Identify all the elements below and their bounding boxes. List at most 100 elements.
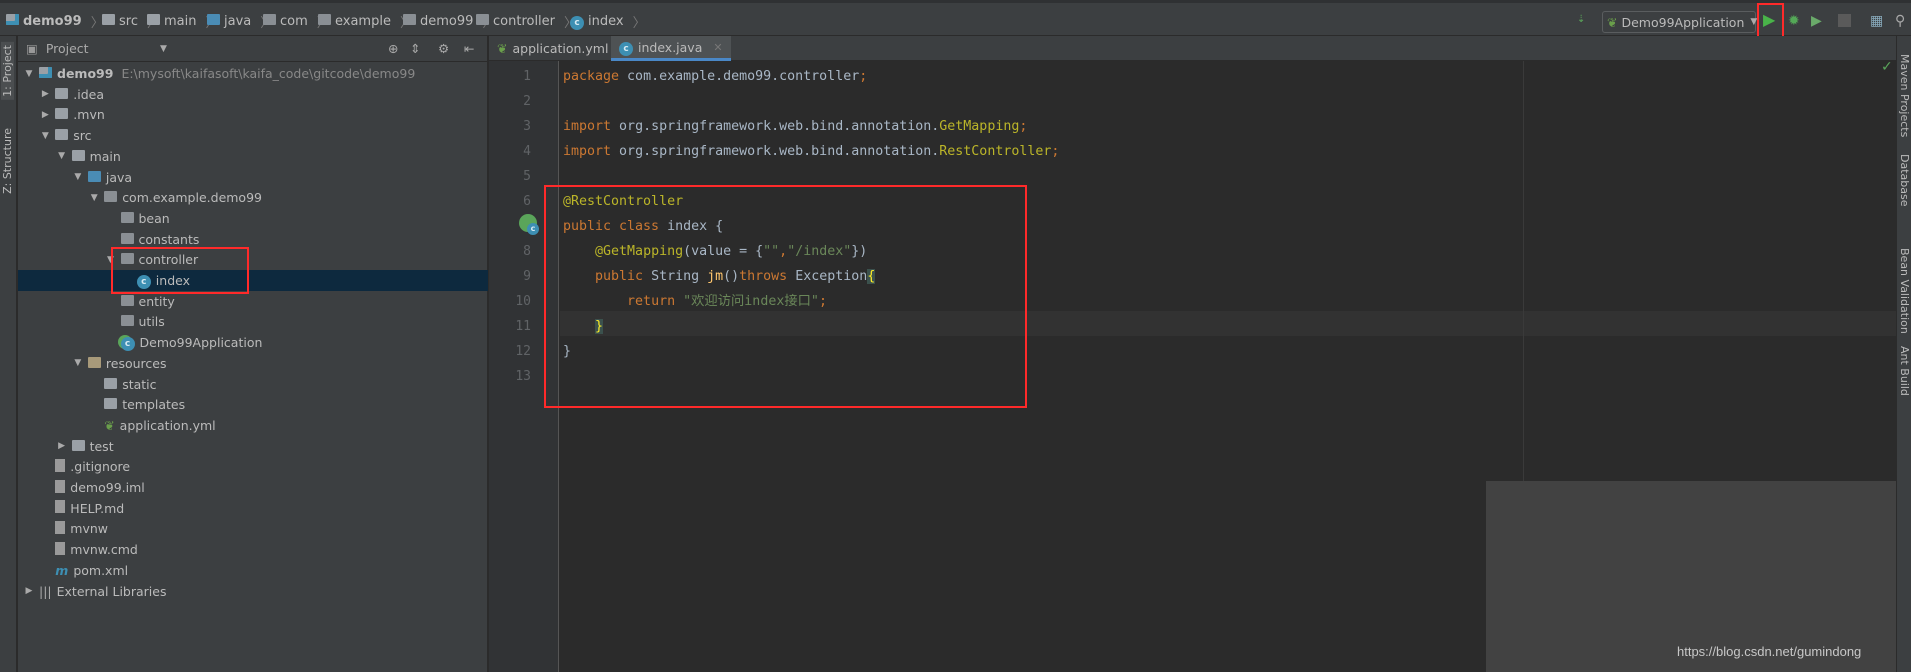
expand-arrow-icon[interactable]: ▶ <box>22 586 36 596</box>
tab-index-java[interactable]: c index.java ✕ <box>611 36 731 61</box>
code-token: ; <box>1019 119 1028 134</box>
tree-item-label: constants <box>138 231 200 247</box>
tree-item[interactable]: ▼ controller <box>18 249 488 270</box>
tree-item[interactable]: static <box>18 374 488 395</box>
tree-item[interactable]: mvnw.cmd <box>18 539 488 560</box>
tree-item[interactable]: ▼ com.example.demo99 <box>18 187 488 208</box>
tree-item[interactable]: ❦ application.yml <box>18 415 488 436</box>
file-icon <box>55 500 66 516</box>
tree-item-label: .gitignore <box>70 459 131 475</box>
breadcrumb-label: com <box>280 14 308 29</box>
tree-item-label: mvnw <box>70 521 109 537</box>
tree-item[interactable]: ▼ main <box>18 146 488 167</box>
expand-arrow-icon[interactable]: ▼ <box>87 193 101 203</box>
project-tool-tab[interactable]: 1: Project <box>1 42 14 100</box>
tree-item[interactable]: utils <box>18 311 488 332</box>
breadcrumb-item[interactable]: c index 〉 <box>570 12 646 31</box>
breadcrumb-label: demo99 <box>420 14 474 29</box>
tool-tab-database[interactable]: Database <box>1898 154 1911 207</box>
breadcrumb-item[interactable]: example〉 <box>318 12 413 31</box>
line-number: 3 <box>523 119 531 134</box>
folder-icon <box>55 87 69 102</box>
spring-boot-icon: ❦ <box>1607 14 1618 30</box>
project-structure-icon[interactable]: ▦ <box>1870 13 1883 29</box>
tree-item-label: utils <box>138 314 165 330</box>
coverage-button[interactable]: ▶ <box>1811 13 1822 29</box>
code-line: import org.springframework.web.bind.anno… <box>563 114 1027 139</box>
tree-item[interactable]: .gitignore <box>18 456 488 477</box>
controller-highlight <box>111 247 249 294</box>
code-highlight <box>544 185 1027 408</box>
tree-item[interactable]: ▼ java <box>18 167 488 188</box>
structure-tool-tab[interactable]: Z: Structure <box>1 128 14 194</box>
tree-item[interactable]: c index <box>18 270 488 291</box>
package-icon <box>263 14 276 29</box>
tree-item[interactable]: mvnw <box>18 518 488 539</box>
tree-item[interactable]: ▶ ||| External Libraries <box>18 581 488 602</box>
tree-item-label: static <box>122 376 157 392</box>
tree-item[interactable]: bean <box>18 208 488 229</box>
chevron-right-icon: 〉 <box>632 16 646 31</box>
search-icon[interactable]: ⚲ <box>1895 13 1905 29</box>
expand-arrow-icon[interactable]: ▶ <box>55 441 69 451</box>
expand-arrow-icon[interactable]: ▼ <box>55 151 69 161</box>
collapse-all-icon[interactable]: ⇕ <box>410 41 420 56</box>
tree-item-label: src <box>73 128 92 144</box>
close-icon[interactable]: ✕ <box>713 41 722 54</box>
tree-item[interactable]: ▶ test <box>18 436 488 457</box>
folder-icon <box>71 439 85 454</box>
run-configuration-select[interactable]: ❦ Demo99Application ▼ <box>1602 11 1757 33</box>
left-tool-strip: 1: Project Z: Structure <box>0 36 17 672</box>
tool-tab-maven-projects[interactable]: Maven Projects <box>1898 54 1911 137</box>
watermark: https://blog.csdn.net/gumindong <box>1677 644 1862 659</box>
breadcrumb-label: src <box>119 14 138 29</box>
tree-item-label: HELP.md <box>70 500 125 516</box>
expand-arrow-icon[interactable]: ▶ <box>38 110 52 120</box>
tree-item[interactable]: ▼ src <box>18 125 488 146</box>
tree-item-label: bean <box>138 210 170 226</box>
tree-item[interactable]: m pom.xml <box>18 560 488 581</box>
expand-arrow-icon[interactable]: ▼ <box>71 358 85 368</box>
tree-item[interactable]: ▼ resources <box>18 353 488 374</box>
tool-tab-bean-validation[interactable]: Bean Validation <box>1898 248 1911 334</box>
right-tool-strip: Maven Projects Database Bean Validation Ant… <box>1896 36 1911 672</box>
debug-button[interactable]: ✹ <box>1788 13 1800 29</box>
source-folder-icon <box>87 170 101 185</box>
tree-item-label: External Libraries <box>56 583 167 599</box>
line-number: 10 <box>515 294 531 309</box>
tree-item[interactable]: entity <box>18 291 488 312</box>
hide-panel-icon[interactable]: ⇤ <box>464 41 474 56</box>
stop-button[interactable] <box>1838 14 1851 27</box>
gear-icon[interactable]: ⚙ <box>438 41 449 56</box>
tree-item[interactable]: constants <box>18 229 488 250</box>
tree-item[interactable]: demo99.iml <box>18 477 488 498</box>
code-token: GetMapping <box>939 119 1020 134</box>
expand-arrow-icon[interactable]: ▼ <box>71 172 85 182</box>
vcs-update-icon[interactable]: ⇣ <box>1577 14 1585 25</box>
line-number: 2 <box>523 94 531 109</box>
expand-arrow-icon[interactable]: ▼ <box>22 69 36 79</box>
source-folder-icon <box>207 14 220 29</box>
code-token: org.springframework.web.bind.annotation. <box>611 144 940 159</box>
tool-tab-ant-build[interactable]: Ant Build <box>1898 346 1911 396</box>
expand-arrow-icon[interactable]: ▶ <box>38 89 52 99</box>
tree-item[interactable]: c Demo99Application <box>18 332 488 353</box>
chevron-down-icon[interactable]: ▼ <box>160 44 167 54</box>
project-panel: ▣ Project ▼ ⊕ ⇕ ⚙ ⇤ ▼ demo99 E:\mysoft\kai… <box>18 36 488 672</box>
breadcrumb-item[interactable]: controller〉 <box>476 12 577 31</box>
locate-icon[interactable]: ⊕ <box>388 41 398 56</box>
expand-arrow-icon[interactable]: ▼ <box>38 131 52 141</box>
tree-item[interactable]: ▶ .mvn <box>18 104 488 125</box>
line-number: 9 <box>523 269 531 284</box>
tree-item[interactable]: ▼ demo99 E:\mysoft\kaifasoft\kaifa_code\gi… <box>18 63 488 84</box>
project-view-select[interactable]: Project <box>46 41 89 56</box>
line-number: 12 <box>515 344 531 359</box>
tree-item[interactable]: ▶ .idea <box>18 84 488 105</box>
tree-item-label: demo99.iml <box>70 480 145 495</box>
tree-item[interactable]: HELP.md <box>18 498 488 519</box>
tree-item[interactable]: templates <box>18 394 488 415</box>
spring-bean-gutter-icon[interactable]: c <box>519 214 539 235</box>
package-icon <box>120 314 134 329</box>
breadcrumb-item[interactable]: demo99〉 <box>6 12 104 31</box>
tree-item-label: resources <box>105 355 167 371</box>
